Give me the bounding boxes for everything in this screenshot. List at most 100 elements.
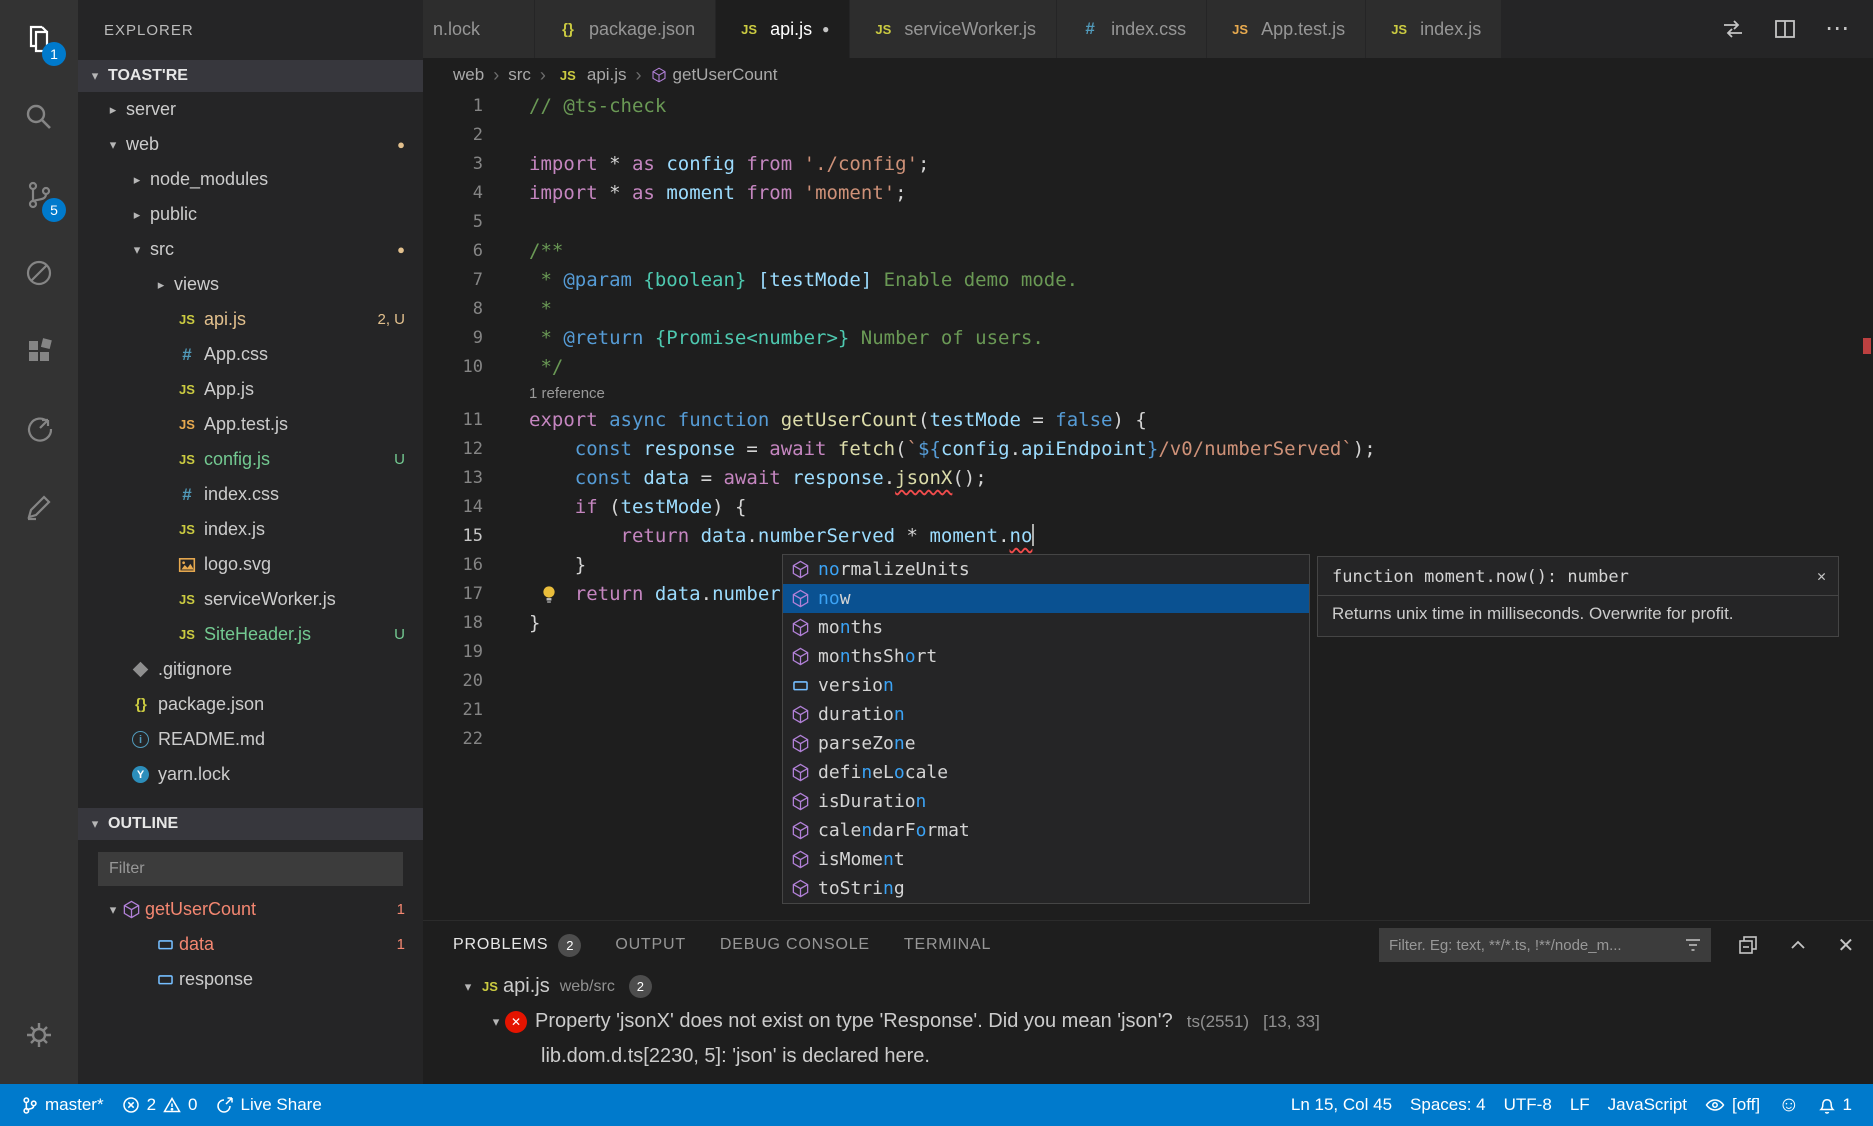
tree-item-readme-md[interactable]: i README.md xyxy=(78,722,423,757)
tree-item-index-js[interactable]: JS index.js xyxy=(78,512,423,547)
tab-app-test-js[interactable]: JS App.test.js xyxy=(1207,0,1366,58)
close-panel-icon[interactable]: ✕ xyxy=(1837,933,1855,958)
problems-status[interactable]: 2 0 xyxy=(113,1084,207,1126)
feedback-status[interactable]: ☺ xyxy=(1769,1093,1808,1117)
suggest-item-ismoment[interactable]: isMoment xyxy=(783,845,1309,874)
activity-edit-button[interactable] xyxy=(0,468,78,546)
activity-search-button[interactable] xyxy=(0,78,78,156)
suggest-item-months[interactable]: months xyxy=(783,613,1309,642)
problems-error-row[interactable]: ▾ ✕ Property 'jsonX' does not exist on t… xyxy=(423,1004,1873,1039)
suggest-item-calendarformat[interactable]: calendarFormat xyxy=(783,816,1309,845)
code-line[interactable]: 3import * as config from './config'; xyxy=(423,150,1873,179)
breadcrumb-item-src[interactable]: src xyxy=(508,65,531,85)
collapse-all-icon[interactable] xyxy=(1737,934,1759,956)
problems-filter-input[interactable] xyxy=(1389,937,1683,954)
tab-serviceworker-js[interactable]: JS serviceWorker.js xyxy=(850,0,1057,58)
tree-item-config-js[interactable]: JS config.js U xyxy=(78,442,423,477)
tree-item-views[interactable]: ▸ views xyxy=(78,267,423,302)
problems-related-row[interactable]: lib.dom.d.ts[2230, 5]: 'json' is declare… xyxy=(423,1039,1873,1074)
tab-index-js[interactable]: JS index.js xyxy=(1366,0,1502,58)
tree-item-app-js[interactable]: JS App.js xyxy=(78,372,423,407)
tree-item-app-test-js[interactable]: JS App.test.js xyxy=(78,407,423,442)
tab-problems[interactable]: PROBLEMS 2 xyxy=(453,934,581,957)
close-icon[interactable]: ✕ xyxy=(1817,567,1826,585)
open-changes-icon[interactable] xyxy=(1721,17,1745,41)
manage-settings-button[interactable] xyxy=(0,996,78,1074)
code-line[interactable]: 12 const response = await fetch(`${confi… xyxy=(423,435,1873,464)
section-header-project[interactable]: ▾ TOAST'RE xyxy=(78,60,423,92)
tree-item-public[interactable]: ▸ public xyxy=(78,197,423,232)
tab-package-json[interactable]: {} package.json xyxy=(535,0,716,58)
code-line[interactable]: 8 * xyxy=(423,295,1873,324)
notifications-status[interactable]: 1 xyxy=(1809,1095,1861,1115)
activity-explorer-button[interactable]: 1 xyxy=(0,0,78,78)
code-line[interactable]: 13 const data = await response.jsonX(); xyxy=(423,464,1873,493)
code-line[interactable]: 14 if (testMode) { xyxy=(423,493,1873,522)
tree-item-siteheader-js[interactable]: JS SiteHeader.js U xyxy=(78,617,423,652)
eol-status[interactable]: LF xyxy=(1561,1095,1599,1115)
more-actions-icon[interactable]: ⋯ xyxy=(1825,19,1849,39)
activity-live-share-button[interactable] xyxy=(0,390,78,468)
breadcrumb-item-web[interactable]: web xyxy=(453,65,484,85)
suggest-item-definelocale[interactable]: defineLocale xyxy=(783,758,1309,787)
suggest-item-duration[interactable]: duration xyxy=(783,700,1309,729)
suggest-item-tostring[interactable]: toString xyxy=(783,874,1309,903)
code-line[interactable]: 1// @ts-check xyxy=(423,92,1873,121)
branch-status[interactable]: master* xyxy=(12,1084,113,1126)
tree-item-node-modules[interactable]: ▸ node_modules xyxy=(78,162,423,197)
filter-icon[interactable] xyxy=(1683,935,1703,955)
tab-api-js[interactable]: JS api.js ● xyxy=(716,0,850,58)
activity-extensions-button[interactable] xyxy=(0,312,78,390)
tree-item-src[interactable]: ▾ src ● xyxy=(78,232,423,267)
dirty-dot-icon[interactable]: ● xyxy=(822,22,829,36)
outline-item-response[interactable]: response xyxy=(78,962,423,997)
tree-item-gitignore[interactable]: .gitignore xyxy=(78,652,423,687)
indentation-status[interactable]: Spaces: 4 xyxy=(1401,1095,1495,1115)
tree-item-index-css[interactable]: # index.css xyxy=(78,477,423,512)
code-line[interactable]: 10 */ xyxy=(423,353,1873,382)
tab-yarn-lock[interactable]: n.lock xyxy=(423,0,535,58)
tree-item-yarn-lock[interactable]: Y yarn.lock xyxy=(78,757,423,792)
code-line[interactable]: 7 * @param {boolean} [testMode] Enable d… xyxy=(423,266,1873,295)
breadcrumb-item-getusercount[interactable]: getUserCount xyxy=(651,65,778,85)
tree-item-server[interactable]: ▸ server xyxy=(78,92,423,127)
outline-item-getusercount[interactable]: ▾ getUserCount 1 xyxy=(78,892,423,927)
suggest-item-isduration[interactable]: isDuration xyxy=(783,787,1309,816)
cursor-position-status[interactable]: Ln 15, Col 45 xyxy=(1282,1095,1401,1115)
activity-debug-button[interactable] xyxy=(0,234,78,312)
code-line[interactable]: 5 xyxy=(423,208,1873,237)
code-line[interactable]: 4import * as moment from 'moment'; xyxy=(423,179,1873,208)
tree-item-web[interactable]: ▾ web ● xyxy=(78,127,423,162)
code-line-active[interactable]: 15 return data.numberServed * moment.no xyxy=(423,522,1873,551)
tab-debug-console[interactable]: DEBUG CONSOLE xyxy=(720,936,870,954)
suggest-item-normalizeunits[interactable]: normalizeUnits xyxy=(783,555,1309,584)
encoding-status[interactable]: UTF-8 xyxy=(1495,1095,1561,1115)
problems-file-row[interactable]: ▾ JS api.js web/src 2 xyxy=(423,969,1873,1004)
code-line[interactable]: 6/** xyxy=(423,237,1873,266)
suggest-item-version[interactable]: version xyxy=(783,671,1309,700)
code-lens-references[interactable]: 1 reference xyxy=(529,382,1873,406)
outline-filter-input[interactable] xyxy=(98,852,403,886)
tree-item-package-json[interactable]: {} package.json xyxy=(78,687,423,722)
tab-output[interactable]: OUTPUT xyxy=(615,936,686,954)
code-line[interactable]: 2 xyxy=(423,121,1873,150)
outline-item-data[interactable]: data 1 xyxy=(78,927,423,962)
screencast-status[interactable]: [off] xyxy=(1696,1095,1769,1115)
split-editor-icon[interactable] xyxy=(1773,17,1797,41)
maximize-panel-icon[interactable] xyxy=(1787,934,1809,956)
tree-item-serviceworker-js[interactable]: JS serviceWorker.js xyxy=(78,582,423,617)
suggest-item-monthsshort[interactable]: monthsShort xyxy=(783,642,1309,671)
tree-item-app-css[interactable]: # App.css xyxy=(78,337,423,372)
section-header-outline[interactable]: ▾ OUTLINE xyxy=(78,808,423,840)
code-line[interactable]: 9 * @return {Promise<number>} Number of … xyxy=(423,324,1873,353)
tab-index-css[interactable]: # index.css xyxy=(1057,0,1207,58)
live-share-status[interactable]: Live Share xyxy=(207,1084,331,1126)
breadcrumb-item-api-js[interactable]: JS api.js xyxy=(555,65,627,85)
suggest-item-now[interactable]: now xyxy=(783,584,1309,613)
tree-item-api-js[interactable]: JS api.js 2, U xyxy=(78,302,423,337)
language-mode-status[interactable]: JavaScript xyxy=(1599,1095,1696,1115)
tab-terminal[interactable]: TERMINAL xyxy=(904,936,991,954)
tree-item-logo-svg[interactable]: logo.svg xyxy=(78,547,423,582)
suggest-item-parsezone[interactable]: parseZone xyxy=(783,729,1309,758)
code-line[interactable]: 11export async function getUserCount(tes… xyxy=(423,406,1873,435)
